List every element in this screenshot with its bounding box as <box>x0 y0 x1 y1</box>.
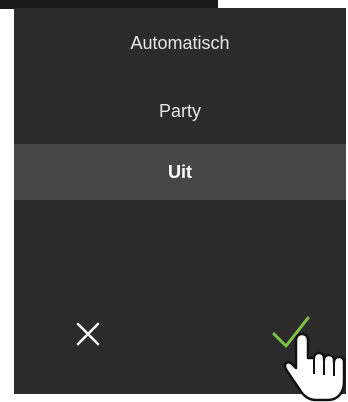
option-automatisch[interactable]: Automatisch <box>14 30 346 56</box>
cancel-button[interactable] <box>70 316 106 352</box>
option-uit-selected[interactable]: Uit <box>14 144 346 200</box>
option-party[interactable]: Party <box>14 96 346 126</box>
close-icon <box>76 322 100 346</box>
pointing-hand-icon <box>284 332 346 402</box>
mode-selection-screen: Automatisch Party Uit <box>14 8 346 402</box>
screenshot-frame: Automatisch Party Uit <box>0 0 348 402</box>
